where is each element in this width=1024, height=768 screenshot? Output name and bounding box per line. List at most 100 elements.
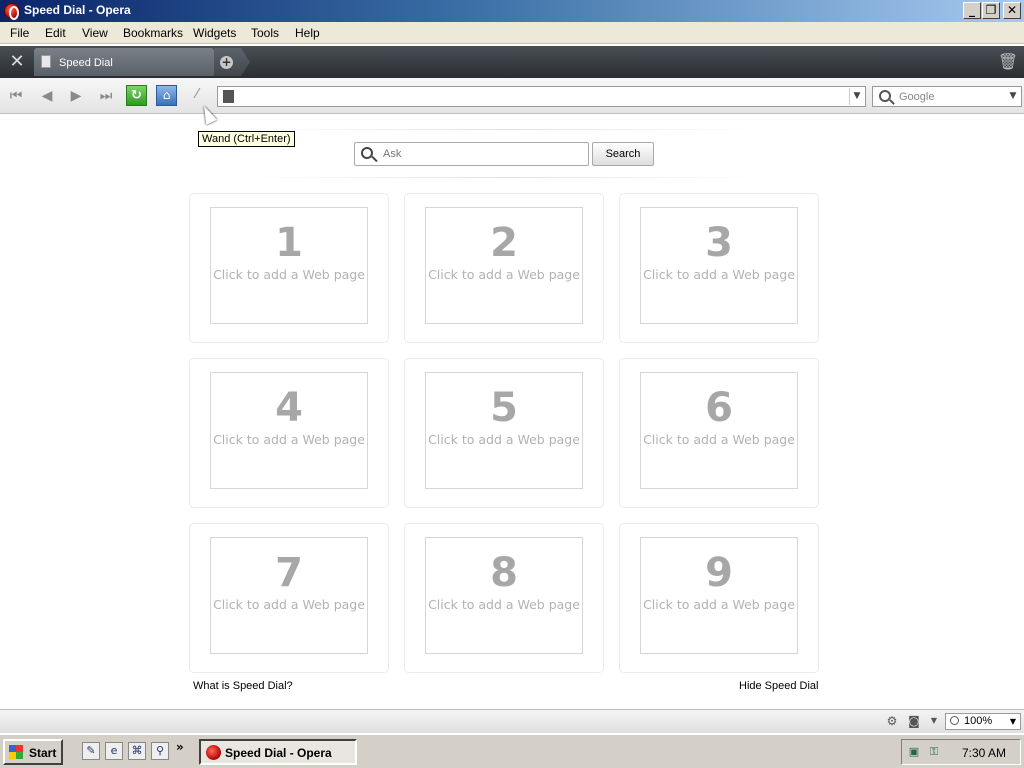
menu-bookmarks[interactable]: Bookmarks — [123, 26, 183, 40]
reload-icon[interactable]: ↻ — [126, 85, 147, 106]
search-engine-placeholder: Google — [899, 91, 935, 103]
speed-dial-5[interactable]: 5 Click to add a Web page — [404, 358, 604, 508]
clock: 7:30 AM — [962, 746, 1007, 760]
speed-dial-1[interactable]: 1 Click to add a Web page — [189, 193, 389, 343]
turbo-icon[interactable]: ⚙ — [884, 714, 900, 728]
menu-tools[interactable]: Tools — [251, 26, 279, 40]
speed-dial-3[interactable]: 3 Click to add a Web page — [619, 193, 819, 343]
dial-text: Click to add a Web page — [643, 267, 795, 282]
restore-button[interactable]: ❐ — [982, 2, 1000, 19]
chevron-down-icon[interactable]: ▼ — [1006, 88, 1020, 105]
speed-dial-7[interactable]: 7 Click to add a Web page — [189, 523, 389, 673]
fast-forward-icon[interactable]: ⏭ — [95, 86, 117, 106]
menu-widgets[interactable]: Widgets — [193, 26, 236, 40]
menu-bar: File Edit View Bookmarks Widgets Tools H… — [0, 22, 1024, 44]
dial-text: Click to add a Web page — [213, 432, 365, 447]
back-arrow-icon[interactable]: ◀ — [36, 86, 58, 106]
security-tray-icon[interactable]: ⚿ — [926, 744, 942, 760]
speed-dial-2[interactable]: 2 Click to add a Web page — [404, 193, 604, 343]
internet-explorer-icon[interactable]: e — [105, 742, 123, 760]
dial-text: Click to add a Web page — [213, 597, 365, 612]
speed-dial-4[interactable]: 4 Click to add a Web page — [189, 358, 389, 508]
camera-icon[interactable]: ◙ — [906, 714, 922, 728]
opera-logo-icon[interactable] — [4, 3, 20, 20]
zoom-value: 100% — [964, 715, 993, 727]
page-icon — [41, 55, 51, 68]
windows-logo-icon — [9, 745, 23, 759]
speed-dial-8[interactable]: 8 Click to add a Web page — [404, 523, 604, 673]
taskbar: Start ✎ e ⌘ ⚲ » Speed Dial - Opera ▣ ⚿ 7… — [0, 734, 1024, 768]
search-button[interactable]: Search — [592, 142, 654, 166]
chevron-down-icon[interactable]: ▼ — [926, 714, 942, 728]
tab-speed-dial[interactable]: Speed Dial — [34, 48, 214, 76]
minimize-button[interactable]: _ — [963, 2, 981, 19]
close-button[interactable]: ✕ — [1003, 2, 1021, 19]
dial-number: 1 — [275, 220, 303, 266]
trash-icon[interactable]: 🗑 — [996, 50, 1020, 74]
dial-thumbnail: 3 Click to add a Web page — [640, 207, 798, 324]
network-tray-icon[interactable]: ▣ — [906, 744, 922, 760]
wand-icon[interactable]: ⁄ — [188, 86, 206, 104]
tab-bar: ✕ Speed Dial + 🗑 — [0, 46, 1024, 78]
divider — [250, 177, 760, 178]
menu-help[interactable]: Help — [295, 26, 320, 40]
address-field[interactable]: ▼ — [217, 86, 866, 107]
start-label: Start — [29, 746, 57, 760]
dial-thumbnail: 1 Click to add a Web page — [210, 207, 368, 324]
document-icon — [223, 90, 234, 103]
dial-text: Click to add a Web page — [213, 267, 365, 282]
dial-number: 9 — [705, 550, 733, 596]
network-icon[interactable]: ⌘ — [128, 742, 146, 760]
dial-thumbnail: 7 Click to add a Web page — [210, 537, 368, 654]
chevron-right-icon[interactable]: » — [176, 740, 184, 754]
hide-speed-dial-link[interactable]: Hide Speed Dial — [739, 680, 819, 692]
menu-edit[interactable]: Edit — [45, 26, 66, 40]
tab-label: Speed Dial — [59, 57, 113, 69]
dial-number: 6 — [705, 385, 733, 431]
speed-dial-6[interactable]: 6 Click to add a Web page — [619, 358, 819, 508]
tools-icon[interactable]: ✕ — [2, 48, 32, 76]
dial-text: Click to add a Web page — [428, 432, 580, 447]
search-icon — [879, 90, 891, 102]
notepad-icon[interactable]: ✎ — [82, 742, 100, 760]
dial-thumbnail: 4 Click to add a Web page — [210, 372, 368, 489]
forward-arrow-icon[interactable]: ▶ — [65, 86, 87, 106]
wand-tooltip: Wand (Ctrl+Enter) — [198, 131, 295, 147]
status-bar: ⚙ ◙ ▼ 100% ▼ — [0, 709, 1024, 733]
zoom-icon — [950, 716, 959, 725]
ask-input[interactable] — [383, 146, 583, 162]
dial-text: Click to add a Web page — [428, 267, 580, 282]
divider — [250, 129, 760, 130]
dial-thumbnail: 6 Click to add a Web page — [640, 372, 798, 489]
taskbar-item-label: Speed Dial - Opera — [225, 746, 332, 760]
taskbar-item-opera[interactable]: Speed Dial - Opera — [199, 739, 357, 765]
window-title: Speed Dial - Opera — [24, 3, 131, 17]
dial-number: 5 — [490, 385, 518, 431]
dial-number: 2 — [490, 220, 518, 266]
chevron-down-icon[interactable]: ▼ — [849, 88, 864, 105]
search-icon[interactable]: ⚲ — [151, 742, 169, 760]
zoom-control[interactable]: 100% ▼ — [945, 713, 1021, 730]
search-engine-field[interactable]: Google ▼ — [872, 86, 1022, 107]
dial-thumbnail: 8 Click to add a Web page — [425, 537, 583, 654]
dial-number: 4 — [275, 385, 303, 431]
ask-search-box[interactable] — [354, 142, 589, 166]
start-button[interactable]: Start — [3, 739, 63, 765]
what-is-speed-dial-link[interactable]: What is Speed Dial? — [193, 680, 293, 692]
home-icon[interactable]: ⌂ — [156, 85, 177, 106]
opera-logo-icon — [206, 745, 221, 760]
dial-text: Click to add a Web page — [643, 597, 795, 612]
system-tray: ▣ ⚿ 7:30 AM — [901, 739, 1021, 765]
dial-text: Click to add a Web page — [643, 432, 795, 447]
dial-thumbnail: 9 Click to add a Web page — [640, 537, 798, 654]
chevron-down-icon[interactable]: ▼ — [1007, 714, 1019, 729]
dial-thumbnail: 5 Click to add a Web page — [425, 372, 583, 489]
rewind-icon[interactable]: ⏮ — [5, 86, 27, 106]
new-tab-button[interactable]: + — [214, 48, 250, 76]
menu-view[interactable]: View — [82, 26, 108, 40]
search-icon — [361, 147, 373, 159]
menu-file[interactable]: File — [10, 26, 29, 40]
dial-number: 8 — [490, 550, 518, 596]
dial-text: Click to add a Web page — [428, 597, 580, 612]
speed-dial-9[interactable]: 9 Click to add a Web page — [619, 523, 819, 673]
